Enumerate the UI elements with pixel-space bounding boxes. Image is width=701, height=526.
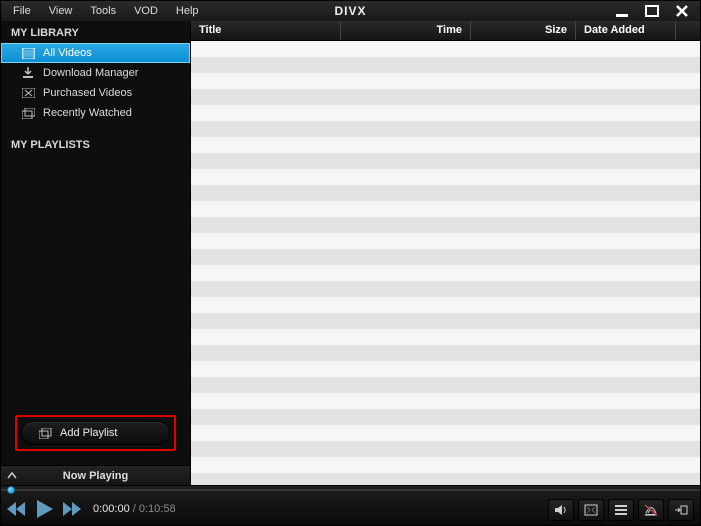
close-button[interactable] [674,4,690,18]
sidebar-item-all-videos[interactable]: All Videos [1,43,190,63]
time-display: 0:00:00 / 0:10:58 [93,503,176,515]
now-playing-label: Now Playing [63,470,128,482]
seek-handle[interactable] [7,486,15,494]
ticket-icon [21,86,35,100]
stack-icon [21,106,35,120]
sidebar: MY LIBRARY All Videos Download Manager [1,21,191,485]
sidebar-item-label: Download Manager [43,67,138,79]
sidebar-item-recently-watched[interactable]: Recently Watched [1,103,190,123]
video-list[interactable] [191,41,700,485]
column-title[interactable]: Title [191,21,341,40]
maximize-button[interactable] [644,4,660,18]
player-bar: 0:00:00 / 0:10:58 [1,485,700,525]
add-playlist-label: Add Playlist [60,427,117,439]
elapsed-time: 0:00:00 [93,503,130,515]
column-size[interactable]: Size [471,21,576,40]
seek-bar[interactable] [1,486,700,494]
playlist-button[interactable] [608,499,634,521]
total-time: 0:10:58 [139,503,176,515]
chevron-up-icon [7,470,17,482]
minimize-button[interactable] [614,4,630,18]
library-header: MY LIBRARY [1,21,190,43]
column-date-added[interactable]: Date Added [576,21,676,40]
add-playlist-icon [38,426,52,440]
menu-file[interactable]: File [5,3,39,19]
main-area: Title Time Size Date Added [191,21,700,485]
list-stripes [191,41,700,485]
volume-button[interactable] [548,499,574,521]
column-headers: Title Time Size Date Added [191,21,700,41]
fullscreen-button[interactable] [578,499,604,521]
brand-logo: DIVX [334,4,366,18]
now-playing-bar[interactable]: Now Playing [1,465,190,485]
sidebar-spacer [1,155,190,405]
column-spacer [676,21,700,40]
menu-vod[interactable]: VOD [126,3,166,19]
play-button[interactable] [33,497,55,521]
right-controls [548,499,694,521]
seek-track [1,489,700,491]
library-list: All Videos Download Manager Purchased Vi… [1,43,190,123]
menu-bar: File View Tools VOD Help [5,3,207,19]
sidebar-item-download-manager[interactable]: Download Manager [1,63,190,83]
download-icon [21,66,35,80]
column-time[interactable]: Time [341,21,471,40]
cast-button[interactable] [668,499,694,521]
app-window: File View Tools VOD Help DIVX MY LIBRARY [0,0,701,526]
previous-button[interactable] [7,497,27,521]
app-body: MY LIBRARY All Videos Download Manager [1,21,700,485]
add-playlist-button[interactable]: Add Playlist [21,421,170,445]
sidebar-item-label: Purchased Videos [43,87,132,99]
sidebar-item-label: Recently Watched [43,107,132,119]
menu-tools[interactable]: Tools [82,3,124,19]
playback-controls: 0:00:00 / 0:10:58 [7,497,176,521]
stream-button[interactable] [638,499,664,521]
sidebar-item-purchased-videos[interactable]: Purchased Videos [1,83,190,103]
add-playlist-highlight: Add Playlist [1,405,190,465]
sidebar-item-label: All Videos [43,47,92,59]
annotation-highlight: Add Playlist [15,415,176,451]
next-button[interactable] [61,497,81,521]
menu-view[interactable]: View [41,3,81,19]
film-icon [21,46,35,60]
title-bar: File View Tools VOD Help DIVX [1,1,700,21]
menu-help[interactable]: Help [168,3,207,19]
window-controls [614,4,696,18]
playlists-header: MY PLAYLISTS [1,133,190,155]
